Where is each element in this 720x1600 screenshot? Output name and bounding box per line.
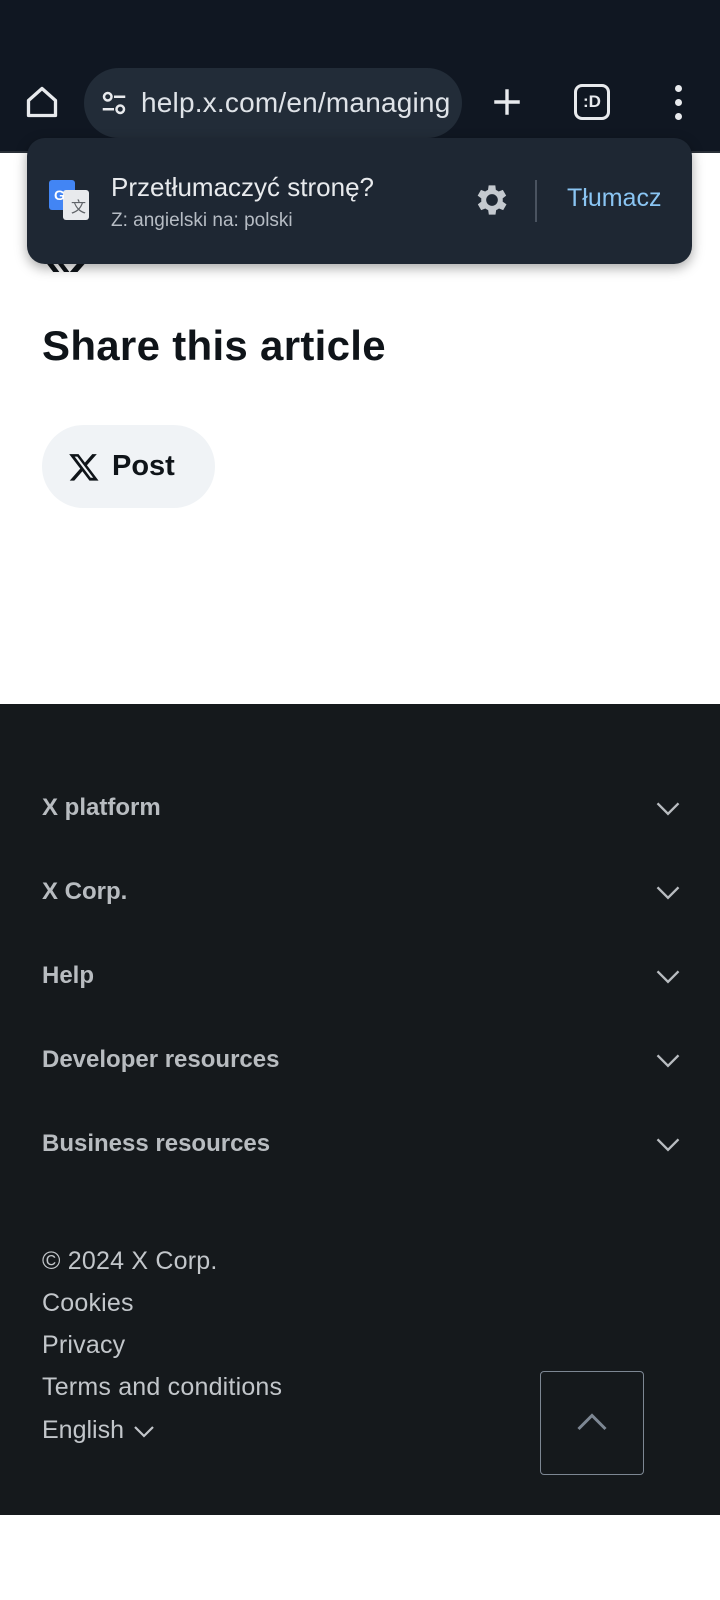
- copyright-text: © 2024 X Corp.: [42, 1247, 218, 1275]
- address-bar[interactable]: help.x.com/en/managing: [84, 68, 462, 138]
- google-translate-icon: G 文: [49, 180, 89, 220]
- more-options-button[interactable]: [660, 80, 696, 124]
- footer-link-terms[interactable]: Terms and conditions: [42, 1373, 282, 1402]
- translate-title: Przetłumaczyć stronę?: [111, 172, 374, 202]
- footer-section-business-resources[interactable]: Business resources: [42, 1119, 682, 1169]
- page: help.x.com/en/managing :D G 文 Przetłumac…: [0, 0, 720, 1600]
- chevron-down-icon: [656, 1054, 680, 1068]
- footer-section-label: Developer resources: [42, 1046, 280, 1073]
- footer-section-help[interactable]: Help: [42, 951, 682, 1001]
- svg-text:G: G: [54, 187, 65, 203]
- new-tab-button[interactable]: [485, 80, 529, 124]
- translate-popup: G 文 Przetłumaczyć stronę? Z: angielski n…: [27, 138, 692, 264]
- tab-switcher-button[interactable]: :D: [574, 84, 610, 120]
- footer-link-privacy[interactable]: Privacy: [42, 1331, 125, 1360]
- translate-languages[interactable]: Z: angielski na: polski: [111, 210, 293, 232]
- gear-icon[interactable]: [472, 180, 512, 220]
- site-settings-icon[interactable]: [97, 86, 131, 120]
- footer-section-developer-resources[interactable]: Developer resources: [42, 1035, 682, 1085]
- home-icon: [26, 86, 58, 118]
- chevron-down-icon: [656, 1138, 680, 1152]
- browser-toolbar: help.x.com/en/managing :D: [0, 0, 720, 153]
- footer-section-x-corp[interactable]: X Corp.: [42, 867, 682, 917]
- back-to-top-button[interactable]: [540, 1371, 644, 1475]
- post-button-label: Post: [112, 450, 175, 482]
- tab-switcher-label: :D: [583, 92, 601, 111]
- chevron-down-icon: [134, 1425, 154, 1438]
- chevron-down-icon: [656, 886, 680, 900]
- menu-dot-icon: [674, 84, 682, 92]
- home-button[interactable]: [20, 80, 64, 124]
- translate-button[interactable]: Tłumacz: [567, 184, 661, 213]
- footer-section-label: X platform: [42, 794, 161, 821]
- svg-text:文: 文: [71, 198, 86, 216]
- popup-divider: [535, 180, 537, 222]
- post-share-button[interactable]: Post: [42, 425, 215, 508]
- language-label: English: [42, 1416, 124, 1444]
- footer-section-label: X Corp.: [42, 878, 128, 905]
- footer-section-x-platform[interactable]: X platform: [42, 783, 682, 833]
- share-article-heading: Share this article: [42, 322, 386, 369]
- menu-dot-icon: [674, 112, 682, 120]
- footer-section-label: Business resources: [42, 1130, 271, 1157]
- chevron-down-icon: [656, 802, 680, 816]
- url-text: help.x.com/en/managing: [141, 87, 451, 118]
- chevron-down-icon: [656, 970, 680, 984]
- footer-section-label: Help: [42, 962, 95, 989]
- language-selector[interactable]: English: [42, 1416, 156, 1445]
- menu-dot-icon: [674, 98, 682, 106]
- plus-icon: [494, 89, 520, 115]
- x-logo-icon: [69, 453, 99, 481]
- chevron-up-icon: [577, 1413, 607, 1431]
- footer-link-cookies[interactable]: Cookies: [42, 1289, 134, 1318]
